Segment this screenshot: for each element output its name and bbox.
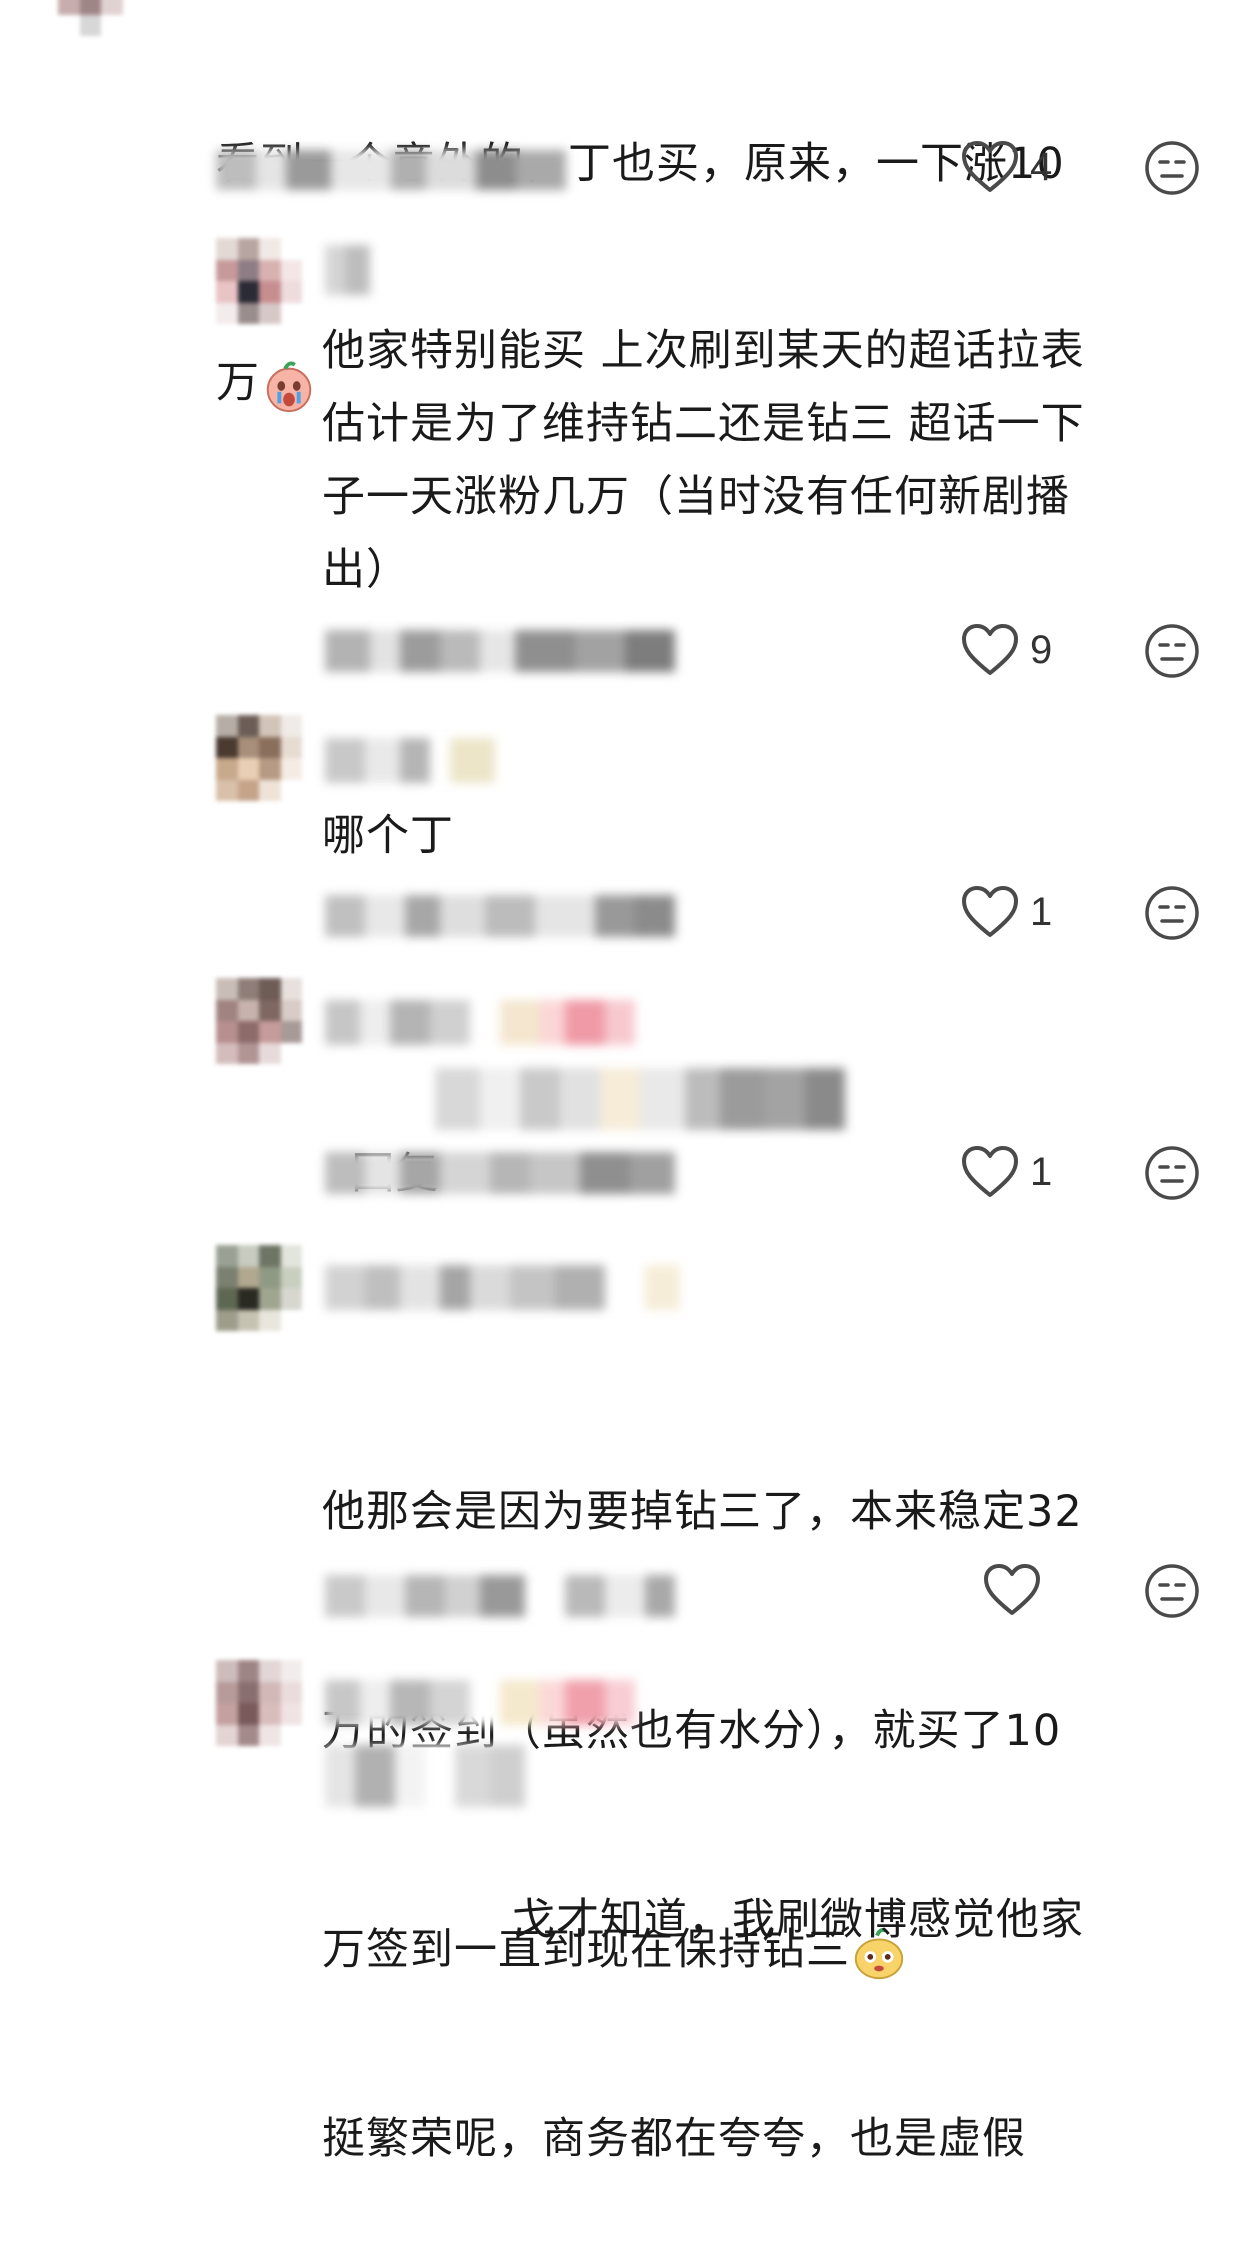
comment-meta: [325, 895, 675, 937]
heart-outline-icon: [962, 886, 1018, 937]
reply-target[interactable]: [435, 1068, 845, 1130]
comment-meta: [325, 1575, 675, 1617]
like-button[interactable]: [982, 1563, 1052, 1617]
like-button[interactable]: 9: [960, 623, 1052, 677]
comment-actions: 1: [960, 1145, 1200, 1205]
like-button[interactable]: 1: [960, 1145, 1052, 1199]
comment-meta: [325, 1152, 675, 1194]
meh-face-icon[interactable]: [1144, 1563, 1200, 1619]
like-button[interactable]: 1: [960, 885, 1052, 939]
meh-face-icon[interactable]: [1144, 885, 1200, 941]
avatar[interactable]: [216, 238, 302, 324]
avatar[interactable]: [216, 715, 302, 801]
like-button[interactable]: 4: [960, 140, 1052, 194]
like-count: 4: [1030, 144, 1053, 189]
username[interactable]: [325, 1000, 635, 1045]
avatar[interactable]: [216, 978, 302, 1064]
comment-text: 哪个丁: [322, 811, 454, 861]
heart-outline-icon: [962, 141, 1018, 192]
like-count: 1: [1030, 1149, 1053, 1194]
username[interactable]: [325, 1680, 635, 1725]
comment-actions: 1: [960, 885, 1200, 945]
comment-text: 戈才知道，我刷微博感觉他家 挺繁荣呢，商务都在夸夸，也是虚假: [322, 1895, 1084, 2164]
heart-outline-icon: [984, 1564, 1040, 1615]
meh-face-icon[interactable]: [1144, 1145, 1200, 1201]
meh-face-icon[interactable]: [1144, 140, 1200, 196]
avatar[interactable]: [58, 0, 144, 36]
avatar[interactable]: [216, 1245, 302, 1331]
username[interactable]: [325, 245, 370, 295]
meh-face-icon[interactable]: [1144, 623, 1200, 679]
crying-peach-icon: [260, 357, 318, 415]
username[interactable]: [325, 1265, 695, 1310]
comment-actions: 9: [960, 623, 1200, 683]
like-count: 1: [1030, 889, 1053, 934]
comment-meta: [325, 630, 675, 672]
heart-outline-icon: [962, 1146, 1018, 1197]
comment-meta: [216, 150, 566, 190]
comment-actions: [960, 1563, 1200, 1623]
heart-outline-icon: [962, 624, 1018, 675]
avatar[interactable]: [216, 1660, 302, 1746]
like-count: 9: [1030, 627, 1053, 672]
comment-actions: 4: [960, 140, 1200, 200]
comment-text: 他家特别能买 上次刷到某天的超话拉表 估计是为了维持钻二还是钻三 超话一下 子一…: [322, 326, 1085, 595]
username[interactable]: [325, 738, 525, 783]
